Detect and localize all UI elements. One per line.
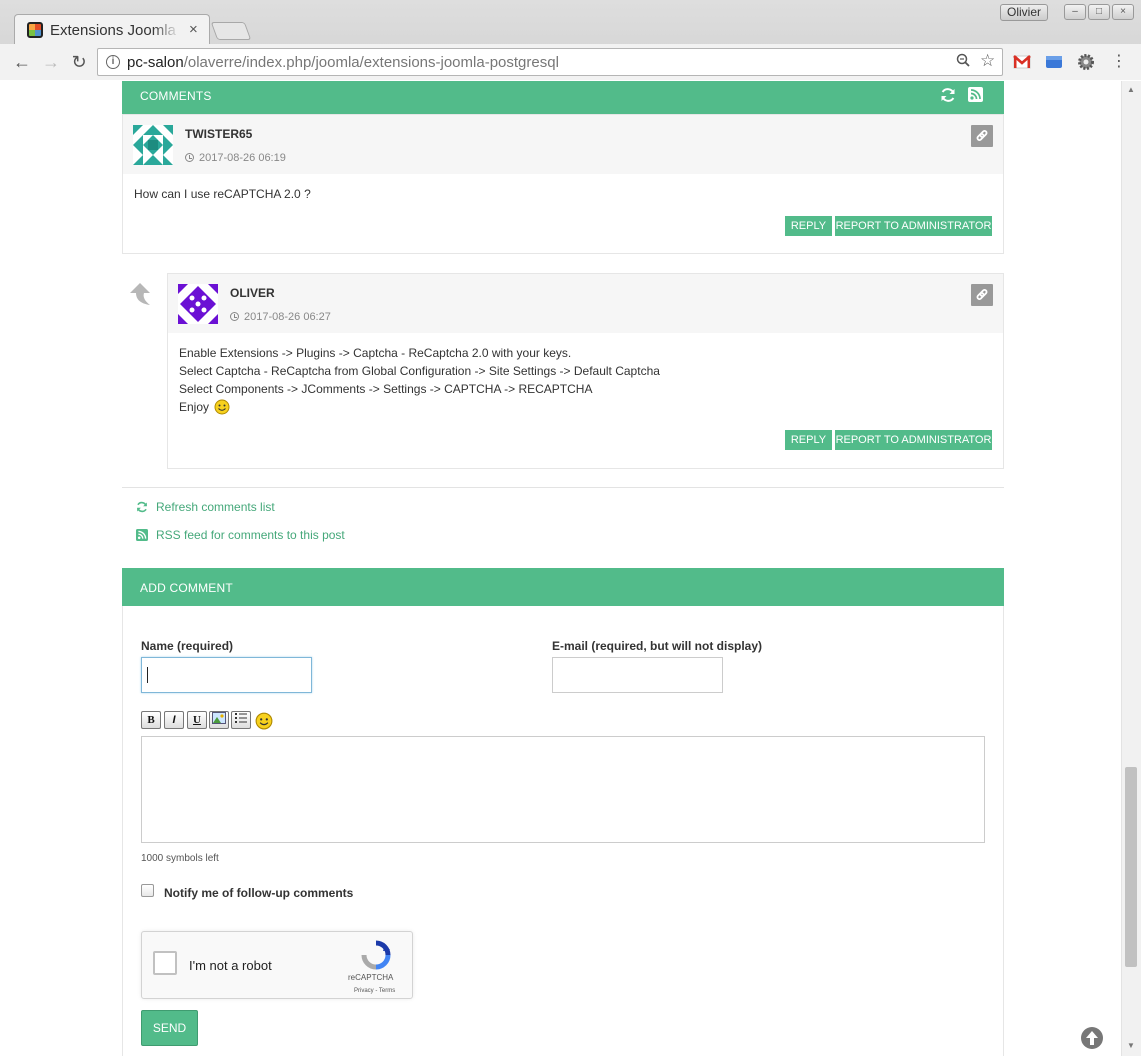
zoom-icon[interactable]: [956, 53, 970, 71]
scroll-to-top-icon[interactable]: [1081, 1027, 1103, 1049]
page-content: COMMENTS TWISTER65 2017-08-26 06:19 How …: [0, 81, 1121, 1056]
recaptcha-terms-link[interactable]: Privacy - Terms: [354, 988, 395, 994]
comment-author: TWISTER65: [185, 127, 253, 141]
permalink-button[interactable]: [971, 125, 993, 147]
browser-toolbar: ← → ↻ i pc-salon/olaverre/index.php/joom…: [0, 44, 1141, 80]
comment-textarea[interactable]: [141, 736, 985, 843]
permalink-button[interactable]: [971, 284, 993, 306]
browser-chrome: Extensions Joomla PostgreSQL × Olivier –…: [0, 0, 1141, 80]
scroll-down-icon[interactable]: ▼: [1127, 1041, 1135, 1050]
forward-icon[interactable]: →: [39, 50, 63, 74]
maximize-icon[interactable]: □: [1088, 4, 1110, 20]
divider: [122, 487, 1004, 488]
minimize-icon[interactable]: –: [1064, 4, 1086, 20]
tab-strip: Extensions Joomla PostgreSQL × Olivier –…: [0, 0, 1141, 45]
list-icon[interactable]: [231, 711, 251, 729]
add-comment-title: ADD COMMENT: [140, 581, 233, 595]
comment-text: How can I use reCAPTCHA 2.0 ?: [134, 187, 311, 201]
symbols-left-counter: 1000 symbols left: [141, 853, 219, 864]
bold-button[interactable]: B: [141, 711, 161, 729]
notify-checkbox[interactable]: [141, 884, 154, 897]
address-bar[interactable]: i pc-salon/olaverre/index.php/joomla/ext…: [97, 48, 1003, 76]
refresh-list-icon: [136, 501, 148, 513]
smiley-picker-icon[interactable]: [254, 711, 274, 730]
name-input[interactable]: [141, 657, 312, 693]
scroll-up-icon[interactable]: ▲: [1127, 85, 1135, 94]
italic-button[interactable]: I: [164, 711, 184, 729]
email-input[interactable]: [552, 657, 723, 693]
tab-title: Extensions Joomla PostgreSQL: [50, 22, 180, 39]
text-caret: [147, 667, 148, 683]
report-button[interactable]: REPORT TO ADMINISTRATOR: [835, 430, 992, 450]
avatar: [133, 125, 173, 165]
add-comment-header: ADD COMMENT: [122, 568, 1004, 606]
rss-feed-link[interactable]: RSS feed for comments to this post: [156, 528, 345, 542]
comment-item: OLIVER 2017-08-26 06:27 Enable Extension…: [167, 273, 1004, 469]
recaptcha-widget: I'm not a robot reCAPTCHA Privacy - Term…: [141, 931, 413, 999]
menu-icon[interactable]: ⋮: [1107, 50, 1131, 74]
smiley-icon: [214, 399, 230, 415]
avatar: [178, 284, 218, 324]
reply-arrow-icon: [128, 281, 156, 309]
new-tab-button[interactable]: [210, 22, 252, 40]
reply-button[interactable]: REPLY: [785, 430, 832, 450]
underline-button[interactable]: U: [187, 711, 207, 729]
close-tab-icon[interactable]: ×: [189, 21, 198, 38]
send-button[interactable]: SEND: [141, 1010, 198, 1046]
refresh-comments-link[interactable]: Refresh comments list: [156, 500, 275, 514]
comments-title: COMMENTS: [140, 89, 212, 103]
comment-header: [168, 274, 1003, 333]
comment-item: TWISTER65 2017-08-26 06:19 How can I use…: [122, 114, 1004, 254]
refresh-icon[interactable]: [940, 87, 956, 103]
insert-image-icon[interactable]: [209, 711, 229, 729]
reload-icon[interactable]: ↻: [67, 50, 91, 74]
rss-feed-icon: [136, 529, 148, 541]
profile-badge[interactable]: Olivier: [1000, 4, 1049, 21]
clock-icon: [185, 153, 194, 162]
bookmark-star-icon[interactable]: ☆: [980, 51, 995, 71]
clock-icon: [230, 312, 239, 321]
joomla-favicon-icon: [27, 22, 43, 38]
close-window-icon[interactable]: ×: [1112, 4, 1134, 20]
back-icon[interactable]: ←: [10, 50, 34, 74]
comment-header: [123, 115, 1003, 174]
email-label: E-mail (required, but will not display): [552, 639, 763, 653]
recaptcha-logo-icon: [361, 940, 391, 970]
comment-date: 2017-08-26 06:27: [230, 311, 331, 323]
report-button[interactable]: REPORT TO ADMINISTRATOR: [835, 216, 992, 236]
rss-icon[interactable]: [968, 87, 984, 103]
recaptcha-label: I'm not a robot: [189, 958, 272, 973]
scrollbar-thumb[interactable]: [1125, 767, 1137, 967]
recaptcha-brand: reCAPTCHA: [348, 973, 394, 982]
info-icon[interactable]: i: [106, 55, 120, 69]
extension-icon[interactable]: [1045, 53, 1063, 71]
comment-date: 2017-08-26 06:19: [185, 152, 286, 164]
page-scrollbar[interactable]: ▲ ▼: [1121, 81, 1141, 1056]
recaptcha-checkbox[interactable]: [153, 951, 177, 975]
reply-button[interactable]: REPLY: [785, 216, 832, 236]
notify-label: Notify me of follow-up comments: [164, 886, 354, 900]
comment-text: Enable Extensions -> Plugins -> Captcha …: [179, 346, 660, 415]
settings-gear-icon[interactable]: [1077, 53, 1095, 71]
gmail-icon[interactable]: [1013, 53, 1031, 71]
url-text: pc-salon/olaverre/index.php/joomla/exten…: [127, 54, 559, 71]
name-label: Name (required): [141, 639, 234, 653]
comments-header: COMMENTS: [122, 81, 1004, 114]
browser-tab[interactable]: Extensions Joomla PostgreSQL ×: [14, 14, 210, 45]
comment-author: OLIVER: [230, 286, 275, 300]
